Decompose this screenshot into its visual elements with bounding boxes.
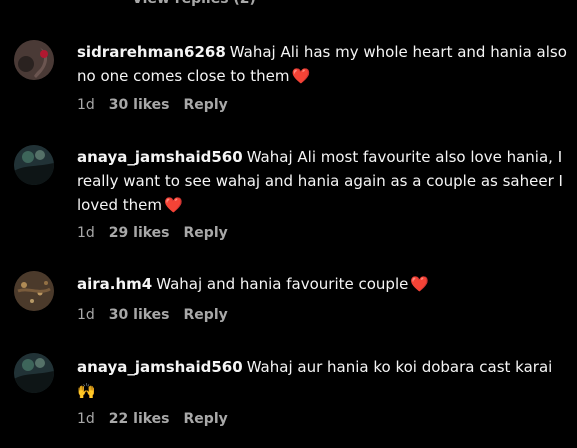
comment-time: 1d	[77, 411, 95, 427]
comment-likes[interactable]: 22 likes	[109, 410, 170, 428]
heart-emoji-icon: ❤️	[291, 67, 311, 85]
view-replies-row[interactable]: View replies (2)	[82, 0, 256, 8]
heart-emoji-icon: ❤️	[163, 196, 183, 214]
comment-time: 1d	[77, 225, 95, 241]
reply-button[interactable]: Reply	[184, 306, 228, 324]
comment-username[interactable]: anaya_jamshaid560	[77, 148, 243, 166]
avatar[interactable]	[14, 145, 54, 185]
comment-username[interactable]: aira.hm4	[77, 275, 152, 293]
comment-username[interactable]: anaya_jamshaid560	[77, 358, 243, 376]
comment-text: anaya_jamshaid560 Wahaj Ali most favourit…	[77, 145, 567, 217]
reply-button[interactable]: Reply	[184, 96, 228, 114]
comment-meta: 1d 30 likes Reply	[77, 96, 242, 114]
comment-meta: 1d 29 likes Reply	[77, 224, 242, 242]
comment-username[interactable]: sidrarehman6268	[77, 43, 226, 61]
comment-meta: 1d 22 likes Reply	[77, 410, 242, 428]
view-replies-button[interactable]: View replies (2)	[132, 0, 256, 8]
comment-text: anaya_jamshaid560 Wahaj aur hania ko koi …	[77, 355, 567, 403]
comment-time: 1d	[77, 307, 95, 323]
reply-button[interactable]: Reply	[184, 410, 228, 428]
comment-meta: 1d 30 likes Reply	[77, 306, 242, 324]
comment-likes[interactable]: 30 likes	[109, 306, 170, 324]
avatar[interactable]	[14, 271, 54, 311]
raising-hands-emoji-icon: 🙌	[77, 382, 96, 400]
heart-emoji-icon: ❤️	[410, 275, 430, 293]
comment-text: sidrarehman6268 Wahaj Ali has my whole he…	[77, 40, 567, 88]
avatar[interactable]	[14, 40, 54, 80]
reply-button[interactable]: Reply	[184, 224, 228, 242]
comment-body: Wahaj and hania favourite couple	[156, 275, 409, 293]
comment-likes[interactable]: 30 likes	[109, 96, 170, 114]
comment-text: aira.hm4 Wahaj and hania favourite couple…	[77, 272, 567, 296]
comment-time: 1d	[77, 97, 95, 113]
comment-likes[interactable]: 29 likes	[109, 224, 170, 242]
comment-body: Wahaj aur hania ko koi dobara cast karai	[246, 358, 553, 376]
avatar[interactable]	[14, 353, 54, 393]
